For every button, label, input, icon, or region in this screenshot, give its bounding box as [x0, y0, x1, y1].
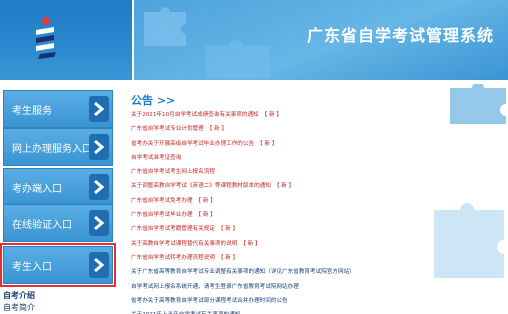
site-title: 广东省自学考试管理系统	[306, 26, 494, 45]
new-badge: 【 新 】	[217, 254, 239, 261]
new-badge: 【 新 】	[206, 126, 228, 133]
announcement-link[interactable]: 关于2021年10月自学考试成绩查询有关事项的通知	[131, 112, 259, 118]
puzzle-icon	[206, 40, 270, 78]
announcement-link[interactable]: 关于高教自学考试课程替代有关事项的说明	[131, 241, 237, 247]
announcement-link[interactable]: 广东省自学考试专业计划管理	[131, 126, 204, 132]
announcement-item[interactable]: 省考办关于开展高级自学考试毕业办理工作的公告【 新 】	[131, 137, 505, 151]
announcement-item[interactable]: 关于高教自学考试课程替代有关事项的说明【 新 】	[131, 237, 505, 251]
chevron-right-icon	[89, 134, 109, 160]
announcement-link[interactable]: 广东省自学考试转考办理流程说明	[131, 255, 215, 261]
exam-logo-icon	[36, 17, 56, 59]
announcement-item[interactable]: 关于2021年10月自学考试成绩查询有关事项的通知【 新 】	[131, 108, 505, 122]
announcement-item[interactable]: 广东省自学考试毕业办理【 新 】	[131, 208, 505, 222]
new-badge: 【 新 】	[261, 112, 282, 118]
announcement-link[interactable]: 广东省自学考试毕业办理	[131, 212, 193, 218]
nav-item-label: 考办端入口	[12, 184, 62, 195]
nav-item-online-service[interactable]: 网上办理服务入口	[3, 128, 113, 166]
new-badge: 【 新 】	[195, 212, 216, 219]
nav-item-label: 网上办理服务入口	[12, 144, 92, 155]
announcement-link[interactable]: 省考办关于开展高级自学考试毕业办理工作的公告	[131, 141, 254, 147]
announcement-item[interactable]: 关于广东省高等教育自学考试专业调整有关事项的通知（详见广东省教育考试院官方网站）	[131, 265, 505, 279]
announcement-link[interactable]: 自学考试网上报名系统开通，请考生登录广东省教育考试院网站办理	[131, 284, 299, 290]
nav-item-label: 在线验证入口	[12, 220, 72, 231]
announcement-link[interactable]: 省考办关于高等教育自学考试部分课程考试合并办理时间的公告	[131, 298, 288, 304]
nav-item-label: 考生服务	[12, 106, 52, 117]
chevron-right-icon	[89, 96, 109, 122]
announcement-link[interactable]: 广东省自学考试免考办理	[131, 198, 193, 204]
sub-link-brief[interactable]: 自考简介	[3, 302, 35, 313]
nav-item-verify-entry[interactable]: 在线验证入口	[3, 204, 113, 242]
announcement-item[interactable]: 广东省自学考试免考办理【 新 】	[131, 194, 505, 208]
nav-item-office-entry[interactable]: 考办端入口	[3, 168, 113, 206]
nav-item-label: 考生入口	[12, 262, 52, 273]
header-banner: 广东省自学考试管理系统	[134, 0, 508, 80]
announcement-item[interactable]: 省考办关于高等教育自学考试部分课程考试合并办理时间的公告	[131, 294, 505, 308]
announcement-link[interactable]: 关于调整高教自学考试《英语二》等课程教材版本的通知	[131, 183, 271, 189]
announcement-item[interactable]: 自学考试准考证查询	[131, 151, 505, 165]
announcement-link[interactable]: 自学考试准考证查询	[131, 155, 181, 161]
announcement-link[interactable]: 广东省自学考试考籍管理有关规定	[131, 226, 215, 232]
puzzle-icon	[144, 7, 186, 46]
sub-link-intro[interactable]: 自考介绍	[3, 290, 35, 301]
new-badge: 【 新 】	[240, 240, 261, 247]
chevron-right-icon	[89, 174, 109, 200]
chevron-right-icon	[89, 252, 109, 278]
announcement-item[interactable]: 自学考试网上报名系统开通，请考生登录广东省教育考试院网站办理	[131, 280, 505, 294]
announcement-list: 关于2021年10月自学考试成绩查询有关事项的通知【 新 】广东省自学考试专业计…	[131, 108, 505, 314]
new-badge: 【 新 】	[195, 197, 216, 204]
logo-panel	[0, 0, 132, 80]
announcement-link[interactable]: 广东省自学考试考生网上报名流程	[131, 169, 215, 175]
announcement-item[interactable]: 广东省自学考试转考办理流程说明【 新 】	[131, 251, 505, 265]
announcement-item[interactable]: 广东省自学考试专业计划管理【 新 】	[131, 122, 505, 136]
announcements-title[interactable]: 公告 >>	[131, 92, 175, 108]
new-badge: 【 新 】	[257, 140, 278, 147]
nav-item-exam-service[interactable]: 考生服务	[3, 90, 113, 128]
announcement-item[interactable]: 关于调整高教自学考试《英语二》等课程教材版本的通知【 新 】	[131, 179, 505, 193]
new-badge: 【 新 】	[273, 183, 295, 190]
announcement-link[interactable]: 关于广东省高等教育自学考试专业调整有关事项的通知（详见广东省教育考试院官方网站）	[131, 269, 355, 275]
new-badge: 【 新 】	[217, 226, 239, 233]
nav-item-candidate-entry[interactable]: 考生入口	[0, 243, 116, 287]
announcement-item[interactable]: 关于2021年上半年自学考试有关事项的通知	[131, 308, 505, 314]
chevron-right-icon	[89, 210, 109, 236]
announcement-item[interactable]: 广东省自学考试考生网上报名流程	[131, 165, 505, 179]
announcement-item[interactable]: 广东省自学考试考籍管理有关规定【 新 】	[131, 222, 505, 236]
